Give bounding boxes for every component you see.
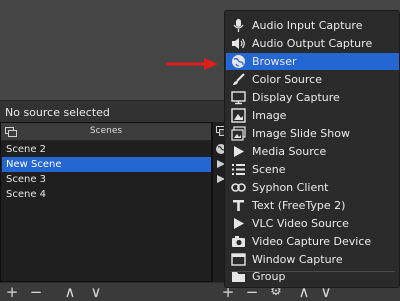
menu-item-label: Browser: [252, 55, 297, 68]
add-source-menu: Audio Input Capture Audio Output Capture…: [224, 10, 400, 288]
move-scene-down-button[interactable]: ∨: [88, 283, 104, 301]
menu-item-image-slide-show[interactable]: Image Slide Show: [226, 125, 399, 142]
menu-item-image[interactable]: Image: [226, 107, 399, 124]
scene-list-item[interactable]: Scene 4: [2, 187, 211, 202]
menu-item-label: Video Capture Device: [252, 235, 372, 248]
play-icon: [234, 146, 244, 157]
scenes-panel-title: Scenes: [89, 126, 123, 136]
menu-item-label: Group: [252, 270, 286, 283]
microphone-icon: [233, 19, 244, 32]
status-bar: No source selected: [0, 100, 226, 123]
menu-item-label: Text (FreeType 2): [252, 199, 346, 212]
menu-item-media-source[interactable]: Media Source: [226, 143, 399, 160]
menu-item-color-source[interactable]: Color Source: [226, 71, 399, 88]
menu-item-label: Audio Input Capture: [252, 19, 363, 32]
menu-item-vlc-video-source[interactable]: VLC Video Source: [226, 215, 399, 232]
menu-item-label: Window Capture: [252, 253, 343, 266]
status-text: No source selected: [5, 106, 110, 119]
link-icon: [231, 183, 246, 192]
image-icon: [231, 108, 246, 123]
menu-item-label: Image: [252, 109, 287, 122]
menu-item-display-capture[interactable]: Display Capture: [226, 89, 399, 106]
menu-item-label: Image Slide Show: [252, 127, 350, 140]
menu-item-label: VLC Video Source: [252, 217, 349, 230]
play-icon: [234, 218, 244, 229]
scenes-panel: Scenes Scene 2 New Scene Scene 3 Scene 4: [0, 122, 212, 282]
window-icon: [231, 253, 246, 266]
menu-item-browser[interactable]: Browser: [226, 53, 399, 70]
menu-item-label: Scene: [252, 163, 286, 176]
scene-list: Scene 2 New Scene Scene 3 Scene 4: [2, 142, 211, 202]
menu-item-group[interactable]: Group: [226, 268, 399, 285]
globe-icon: [232, 55, 245, 68]
monitor-icon: [231, 91, 246, 105]
menu-item-text-freetype-2[interactable]: Text (FreeType 2): [226, 197, 399, 214]
text-icon: [233, 200, 244, 211]
menu-item-audio-input-capture[interactable]: Audio Input Capture: [226, 17, 399, 34]
menu-item-label: Color Source: [252, 73, 322, 86]
scene-list-item[interactable]: Scene 2: [2, 142, 211, 157]
menu-item-label: Media Source: [252, 145, 327, 158]
scene-list-item[interactable]: New Scene: [2, 157, 211, 172]
folder-icon: [232, 272, 245, 282]
menu-item-label: Display Capture: [252, 91, 340, 104]
paint-brush-icon: [233, 73, 245, 85]
remove-scene-button[interactable]: −: [28, 283, 44, 301]
list-icon: [232, 164, 245, 175]
add-scene-button[interactable]: +: [4, 283, 20, 301]
scenes-panel-header: Scenes: [1, 123, 211, 141]
menu-item-scene[interactable]: Scene: [226, 161, 399, 178]
move-scene-up-button[interactable]: ∧: [62, 283, 78, 301]
menu-item-video-capture-device[interactable]: Video Capture Device: [226, 233, 399, 250]
scene-list-item[interactable]: Scene 3: [2, 172, 211, 187]
menu-item-label: Syphon Client: [252, 181, 329, 194]
speaker-icon: [232, 38, 245, 49]
red-pointer-arrow: [166, 58, 218, 70]
menu-item-syphon-client[interactable]: Syphon Client: [226, 179, 399, 196]
slideshow-icon: [231, 126, 246, 141]
camera-icon: [232, 236, 245, 247]
menu-item-audio-output-capture[interactable]: Audio Output Capture: [226, 35, 399, 52]
menu-item-label: Audio Output Capture: [252, 37, 373, 50]
menu-item-window-capture[interactable]: Window Capture: [226, 251, 399, 268]
